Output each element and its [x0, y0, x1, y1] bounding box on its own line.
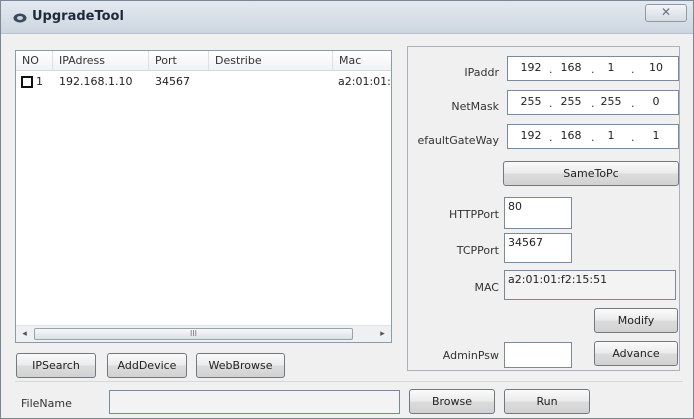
gateway-octet-1[interactable]: 192 — [516, 129, 546, 142]
cell-describe — [215, 73, 331, 91]
ipaddr-octet-1[interactable]: 192 — [516, 61, 546, 74]
close-icon: ✕ — [660, 5, 672, 19]
browse-button[interactable]: Browse — [409, 389, 495, 414]
same-to-pc-button[interactable]: SameToPc — [503, 161, 679, 186]
cell-ip: 192.168.1.10 — [59, 75, 133, 88]
app-icon — [13, 13, 27, 23]
ipaddr-field[interactable]: 192 . 168 . 1 . 10 — [507, 56, 679, 81]
cell-mac: a2:01:01:f2:15:51 — [338, 75, 391, 88]
gateway-octet-4[interactable]: 1 — [641, 129, 671, 142]
advance-button[interactable]: Advance — [594, 341, 678, 366]
netmask-field[interactable]: 255 . 255 . 255 . 0 — [507, 90, 679, 115]
octet-dot: . — [591, 97, 595, 110]
tcp-port-label: TCPPort — [456, 244, 499, 257]
gateway-octet-3[interactable]: 1 — [596, 129, 626, 142]
octet-dot: . — [591, 63, 595, 76]
netmask-label: NetMask — [451, 100, 499, 113]
octet-dot: . — [591, 131, 595, 144]
column-header-no[interactable]: NO — [16, 51, 53, 71]
mac-readout: a2:01:01:f2:15:51 — [504, 270, 676, 300]
gateway-field[interactable]: 192 . 168 . 1 . 1 — [507, 124, 679, 149]
list-header: NO IPAdress Port Destribe Mac — [16, 51, 391, 71]
tcp-port-input[interactable]: 34567 — [504, 233, 572, 263]
device-list[interactable]: NO IPAdress Port Destribe Mac 1 192.168.… — [15, 50, 392, 343]
ipaddr-octet-2[interactable]: 168 — [556, 61, 586, 74]
octet-dot: . — [549, 63, 553, 76]
octet-dot: . — [549, 97, 553, 110]
file-name-input[interactable] — [109, 390, 400, 414]
upgrade-tool-window: UpgradeTool ✕ NO IPAdress Port Destribe … — [0, 0, 694, 419]
admin-password-label: AdminPsw — [442, 349, 499, 362]
row-checkbox[interactable] — [21, 76, 33, 88]
netmask-octet-1[interactable]: 255 — [516, 95, 546, 108]
octet-dot: . — [631, 131, 635, 144]
title-bar[interactable]: UpgradeTool ✕ — [1, 1, 693, 34]
column-header-mac[interactable]: Mac — [333, 51, 391, 71]
scroll-left-icon[interactable]: ◂ — [16, 326, 33, 342]
file-name-label: FileName — [21, 397, 72, 410]
modify-button[interactable]: Modify — [594, 308, 678, 333]
ip-search-button[interactable]: IPSearch — [16, 353, 96, 378]
column-header-port[interactable]: Port — [149, 51, 209, 71]
octet-dot: . — [631, 97, 635, 110]
admin-password-input[interactable] — [504, 342, 572, 368]
ipaddr-octet-4[interactable]: 10 — [641, 61, 671, 74]
cell-port: 34567 — [155, 75, 190, 88]
close-button[interactable]: ✕ — [645, 4, 687, 22]
grip-icon: III — [189, 329, 198, 338]
default-gateway-label: efaultGateWay — [417, 134, 500, 147]
octet-dot: . — [631, 63, 635, 76]
add-device-button[interactable]: AddDevice — [107, 353, 187, 378]
octet-dot: . — [549, 131, 553, 144]
column-header-describe[interactable]: Destribe — [209, 51, 333, 71]
separator — [15, 381, 683, 382]
http-port-label: HTTPPort — [449, 208, 499, 221]
gateway-octet-2[interactable]: 168 — [556, 129, 586, 142]
column-header-ipaddress[interactable]: IPAdress — [53, 51, 149, 71]
ipaddr-octet-3[interactable]: 1 — [596, 61, 626, 74]
scroll-thumb[interactable]: III — [34, 328, 353, 340]
netmask-octet-4[interactable]: 0 — [641, 95, 671, 108]
http-port-input[interactable]: 80 — [504, 197, 572, 229]
table-row[interactable]: 1 192.168.1.10 34567 a2:01:01:f2:15:51 — [16, 73, 391, 91]
window-title: UpgradeTool — [32, 9, 124, 24]
netmask-octet-3[interactable]: 255 — [596, 95, 626, 108]
scroll-right-icon[interactable]: ▸ — [374, 326, 391, 342]
mac-label: MAC — [474, 281, 499, 294]
ipaddr-label: IPaddr — [464, 66, 499, 79]
web-browse-button[interactable]: WebBrowse — [196, 353, 285, 378]
cell-no: 1 — [36, 75, 43, 88]
netmask-octet-2[interactable]: 255 — [556, 95, 586, 108]
run-button[interactable]: Run — [504, 389, 590, 414]
horizontal-scrollbar[interactable]: ◂ III ▸ — [16, 325, 391, 342]
